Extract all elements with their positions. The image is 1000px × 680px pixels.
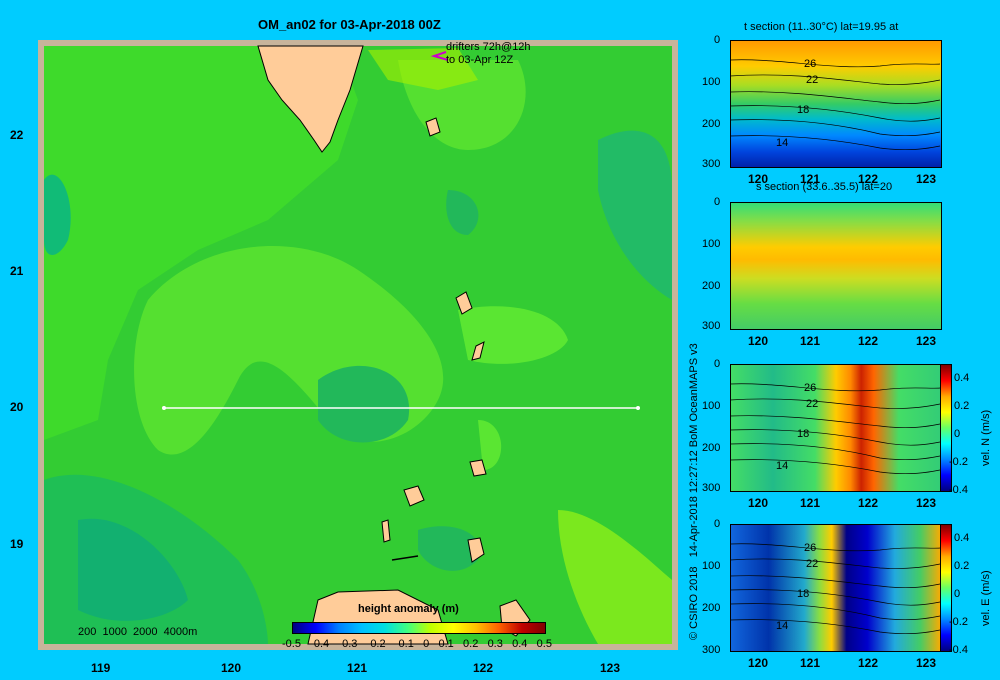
depth-tick: 0 — [714, 34, 721, 46]
colorbar-title: height anomaly (m) — [358, 603, 459, 615]
panel-lon-tick: 120 — [748, 656, 769, 670]
depth-tick: 0 — [714, 196, 721, 208]
contour-label: 22 — [806, 398, 819, 410]
map-title: OM_an02 for 03-Apr-2018 00Z — [258, 17, 441, 32]
contour-label: 14 — [776, 460, 789, 472]
lat-tick: 22 — [10, 128, 24, 142]
main-map — [38, 40, 678, 650]
contour-label: 18 — [797, 588, 810, 600]
vel-n-label: vel. N (m/s) — [980, 409, 992, 466]
panel-lon-tick: 120 — [748, 496, 769, 510]
vel-n-tick: 0.4 — [954, 372, 970, 384]
contour-label: 26 — [804, 58, 817, 70]
lon-tick: 123 — [600, 661, 621, 675]
panel-lon-tick: 122 — [858, 496, 879, 510]
lon-tick: 119 — [91, 661, 111, 675]
vel-n-tick: -0.4 — [949, 484, 968, 496]
depth-tick: 200 — [702, 118, 721, 130]
lat-tick: 19 — [10, 537, 24, 551]
s-section-panel — [730, 202, 942, 330]
lon-tick: 120 — [221, 661, 242, 675]
depth-tick: 200 — [702, 442, 721, 454]
panel-lon-tick: 121 — [800, 496, 821, 510]
panel-lon-tick: 122 — [858, 172, 879, 186]
contour-label: 14 — [776, 137, 789, 149]
height-anomaly-colorbar — [292, 622, 546, 634]
contour-label: 18 — [797, 428, 810, 440]
depth-tick: 0 — [714, 518, 721, 530]
panel-lon-tick: 120 — [748, 334, 769, 348]
contour-label: 14 — [776, 620, 789, 632]
panel-lon-tick: 121 — [800, 656, 821, 670]
depth-tick: 300 — [702, 158, 721, 170]
contour-label: 22 — [806, 558, 819, 570]
panel-lon-tick: 123 — [916, 172, 937, 186]
vel-e-tick: -0.2 — [949, 616, 968, 628]
depth-legend: 200 1000 2000 4000m — [78, 626, 198, 638]
depth-tick: 200 — [702, 602, 721, 614]
lon-tick: 121 — [347, 661, 368, 675]
depth-tick: 300 — [702, 644, 721, 656]
vel-n-tick: 0 — [954, 428, 961, 440]
panel-lon-tick: 123 — [916, 334, 937, 348]
vel-e-tick: 0.2 — [954, 560, 970, 572]
vel-e-section-contours — [730, 543, 941, 635]
drifters-label-2: to 03-Apr 12Z — [446, 54, 514, 66]
depth-tick: 100 — [702, 400, 721, 412]
lat-tick: 20 — [10, 400, 24, 414]
drifters-label-1: drifters 72h@12h — [446, 41, 531, 53]
vel-n-colorbar — [940, 364, 952, 492]
vel-n-tick: -0.2 — [949, 456, 968, 468]
panel-lon-tick: 120 — [748, 172, 769, 186]
t-section-title: t section (11..30°C) lat=19.95 at — [744, 21, 899, 33]
vel-e-label: vel. E (m/s) — [980, 570, 992, 626]
depth-tick: 200 — [702, 280, 721, 292]
contour-label: 22 — [806, 74, 819, 86]
vel-e-tick: -0.4 — [949, 644, 968, 656]
depth-tick: 100 — [702, 238, 721, 250]
panel-lon-tick: 121 — [800, 172, 821, 186]
credit-text: © CSIRO 2018 14-Apr-2018 12:27:12 BoM Oc… — [688, 343, 700, 640]
contour-label: 26 — [804, 542, 817, 554]
colorbar-ticks: -0.5 -0.4 -0.3 -0.2 -0.1 0 0.1 0.2 0.3 0… — [282, 638, 552, 650]
lon-tick: 122 — [473, 661, 494, 675]
contour-label: 18 — [797, 104, 810, 116]
vel-e-colorbar — [940, 524, 952, 652]
vel-e-tick: 0.4 — [954, 532, 970, 544]
panel-lon-tick: 122 — [858, 656, 879, 670]
contour-label: 26 — [804, 382, 817, 394]
panel-lon-tick: 122 — [858, 334, 879, 348]
panel-lon-tick: 123 — [916, 656, 937, 670]
depth-tick: 300 — [702, 320, 721, 332]
depth-tick: 100 — [702, 560, 721, 572]
lat-tick: 21 — [10, 264, 24, 278]
depth-tick: 300 — [702, 482, 721, 494]
panel-lon-tick: 123 — [916, 496, 937, 510]
vel-n-section-contours — [730, 383, 941, 475]
panel-lon-tick: 121 — [800, 334, 821, 348]
t-section-contours — [730, 59, 941, 151]
depth-tick: 0 — [714, 358, 721, 370]
depth-tick: 100 — [702, 76, 721, 88]
vel-e-tick: 0 — [954, 588, 961, 600]
vel-n-tick: 0.2 — [954, 400, 970, 412]
